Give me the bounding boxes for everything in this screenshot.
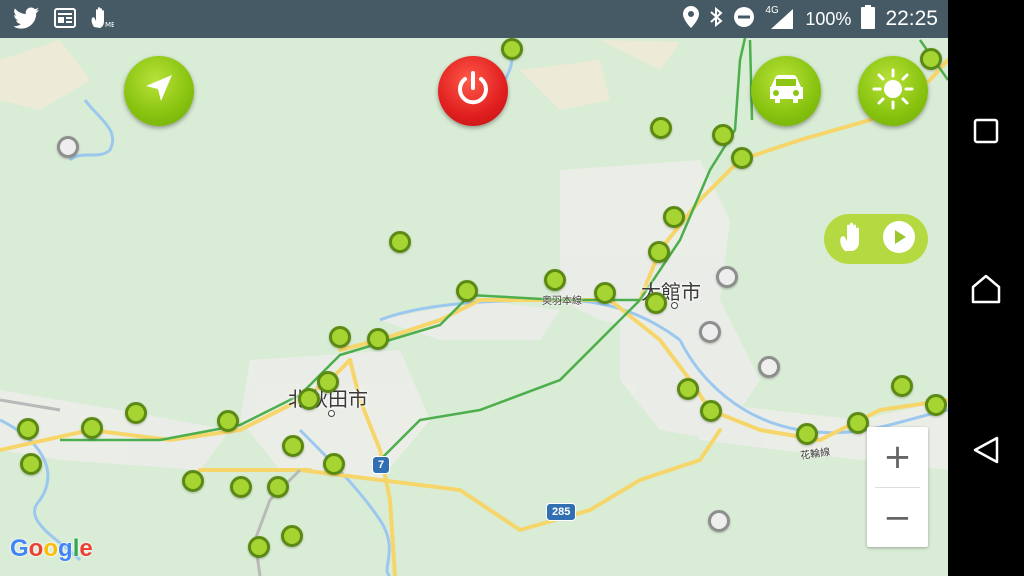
- svg-text:ME: ME: [105, 21, 114, 29]
- zoom-out-button[interactable]: −: [867, 488, 928, 548]
- map-marker[interactable]: [847, 412, 869, 434]
- home-icon: [971, 274, 1001, 304]
- map-marker-inactive[interactable]: [716, 266, 738, 288]
- map-marker[interactable]: [20, 453, 42, 475]
- map-marker[interactable]: [323, 453, 345, 475]
- gesture-play-button[interactable]: [824, 214, 928, 264]
- back-icon: [973, 436, 999, 464]
- map-marker[interactable]: [317, 371, 339, 393]
- map-marker[interactable]: [125, 402, 147, 424]
- map-marker[interactable]: [920, 48, 942, 70]
- map-marker[interactable]: [650, 117, 672, 139]
- map-marker[interactable]: [367, 328, 389, 350]
- rail-label-ou: 奥羽本線: [542, 296, 582, 307]
- driving-mode-button[interactable]: [751, 56, 821, 126]
- hand-app-icon: ME: [90, 7, 115, 33]
- do-not-disturb-icon: [733, 6, 755, 32]
- map-marker-inactive[interactable]: [699, 321, 721, 343]
- battery-percent: 100%: [805, 8, 852, 29]
- bluetooth-icon: [709, 6, 723, 32]
- map-marker[interactable]: [456, 280, 478, 302]
- map-marker[interactable]: [645, 292, 667, 314]
- map-marker[interactable]: [389, 231, 411, 253]
- play-icon: [882, 220, 916, 258]
- map-marker[interactable]: [230, 476, 252, 498]
- map-marker-inactive[interactable]: [708, 510, 730, 532]
- zoom-in-button[interactable]: +: [867, 427, 928, 487]
- recents-button[interactable]: [966, 111, 1006, 151]
- home-button[interactable]: [966, 269, 1006, 309]
- map-marker[interactable]: [677, 378, 699, 400]
- map-marker[interactable]: [501, 38, 523, 60]
- hand-icon: [837, 221, 873, 257]
- map-marker-inactive[interactable]: [57, 136, 79, 158]
- map-marker[interactable]: [712, 124, 734, 146]
- map-marker[interactable]: [648, 241, 670, 263]
- map-marker[interactable]: [925, 394, 947, 416]
- compass-arrow-icon: [142, 72, 176, 110]
- map-marker[interactable]: [17, 418, 39, 440]
- map-marker[interactable]: [248, 536, 270, 558]
- map-marker[interactable]: [544, 269, 566, 291]
- map-marker[interactable]: [217, 410, 239, 432]
- map-marker[interactable]: [81, 417, 103, 439]
- map-marker[interactable]: [700, 400, 722, 422]
- map-marker[interactable]: [267, 476, 289, 498]
- status-bar: ME 4G 100% 22:25: [0, 0, 948, 38]
- map-marker-inactive[interactable]: [758, 356, 780, 378]
- signal-icon: 4G: [765, 5, 795, 31]
- news-icon: [54, 8, 76, 32]
- brightness-button[interactable]: [858, 56, 928, 126]
- map-marker[interactable]: [731, 147, 753, 169]
- power-icon: [454, 70, 492, 112]
- twitter-icon: [13, 7, 40, 33]
- battery-icon: [861, 5, 876, 33]
- map-marker[interactable]: [281, 525, 303, 547]
- power-button[interactable]: [438, 56, 508, 126]
- route-shield-7: 7: [372, 456, 391, 474]
- navigation-bar: [948, 0, 1024, 576]
- map-marker[interactable]: [891, 375, 913, 397]
- map-marker[interactable]: [282, 435, 304, 457]
- map-marker[interactable]: [182, 470, 204, 492]
- recents-icon: [973, 118, 999, 144]
- map-marker[interactable]: [594, 282, 616, 304]
- city-dot: [328, 410, 335, 417]
- map-marker[interactable]: [663, 206, 685, 228]
- map-marker[interactable]: [796, 423, 818, 445]
- route-shield-285: 285: [546, 503, 577, 521]
- map-marker[interactable]: [298, 388, 320, 410]
- map-marker[interactable]: [329, 326, 351, 348]
- city-dot: [671, 302, 678, 309]
- zoom-controls: + −: [867, 427, 928, 547]
- sun-icon: [871, 67, 915, 115]
- google-logo: Google: [10, 535, 93, 562]
- car-icon: [765, 73, 807, 109]
- back-button[interactable]: [966, 430, 1006, 470]
- location-icon: [683, 6, 700, 32]
- clock: 22:25: [885, 7, 938, 30]
- navigate-button[interactable]: [124, 56, 194, 126]
